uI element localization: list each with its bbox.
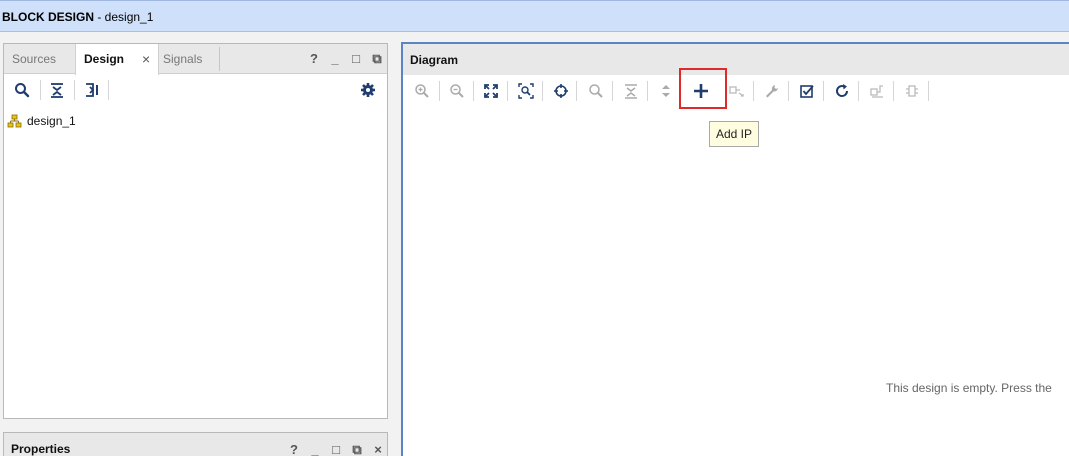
- collapse-icon[interactable]: [620, 80, 642, 102]
- properties-window-controls: ? _ □ ⧉ ×: [288, 442, 384, 456]
- zoom-fit-selection-icon[interactable]: [515, 80, 537, 102]
- tab-sources[interactable]: Sources: [4, 44, 64, 74]
- diagram-header: Diagram: [403, 44, 1069, 75]
- zoom-out-icon[interactable]: [446, 80, 468, 102]
- diagram-toolbar: [403, 75, 1069, 107]
- add-ip-tooltip: Add IP: [709, 121, 760, 147]
- regenerate-layout-icon[interactable]: [866, 80, 888, 102]
- help-icon[interactable]: ?: [288, 443, 300, 456]
- validate-icon[interactable]: [796, 80, 818, 102]
- wrench-icon[interactable]: [761, 80, 783, 102]
- maximize-icon[interactable]: □: [350, 52, 362, 66]
- search-icon[interactable]: [585, 80, 607, 102]
- design-panel: Sources Design × Signals ? _ □ ⧉ design_…: [3, 43, 388, 419]
- empty-design-message: This design is empty. Press the: [886, 381, 1052, 395]
- minimize-icon[interactable]: _: [309, 443, 321, 456]
- gear-icon[interactable]: [357, 79, 379, 101]
- help-icon[interactable]: ?: [308, 52, 320, 66]
- window-title-bar: BLOCK DESIGN - design_1: [0, 0, 1069, 32]
- make-connection-icon[interactable]: [726, 80, 748, 102]
- hierarchy-icon: [7, 114, 22, 128]
- tree-item-design_1[interactable]: design_1: [4, 112, 387, 130]
- properties-title: Properties: [11, 442, 71, 456]
- expand-all-icon[interactable]: [81, 79, 103, 101]
- collapse-all-icon[interactable]: [46, 79, 68, 101]
- close-icon[interactable]: ×: [372, 443, 384, 456]
- float-icon[interactable]: ⧉: [351, 443, 363, 456]
- minimize-icon[interactable]: _: [329, 52, 341, 66]
- search-icon[interactable]: [11, 79, 33, 101]
- tab-design[interactable]: Design ×: [75, 44, 159, 75]
- float-icon[interactable]: ⧉: [371, 52, 383, 66]
- tree-item-label: design_1: [27, 114, 76, 128]
- diagram-title: Diagram: [410, 53, 459, 67]
- tab-signals[interactable]: Signals: [155, 44, 210, 74]
- expand-icon[interactable]: [655, 80, 677, 102]
- fit-full-icon[interactable]: [480, 80, 502, 102]
- diagram-panel: Diagram Add IP This design is empty. Pre…: [401, 42, 1069, 456]
- zoom-in-icon[interactable]: [411, 80, 433, 102]
- panel-tab-bar: Sources Design × Signals ? _ □ ⧉: [4, 44, 387, 75]
- maximize-icon[interactable]: □: [330, 443, 342, 456]
- center-icon[interactable]: [550, 80, 572, 102]
- pin-icon[interactable]: [901, 80, 923, 102]
- tab-divider: [219, 47, 220, 71]
- add-ip-highlight: [679, 68, 727, 109]
- properties-panel: Properties ? _ □ ⧉ ×: [3, 432, 388, 456]
- window-title: BLOCK DESIGN - design_1: [2, 10, 154, 24]
- refresh-icon[interactable]: [831, 80, 853, 102]
- panel-window-controls: ? _ □ ⧉: [308, 51, 383, 67]
- close-tab-icon[interactable]: ×: [142, 44, 150, 74]
- design-toolbar: [4, 75, 387, 105]
